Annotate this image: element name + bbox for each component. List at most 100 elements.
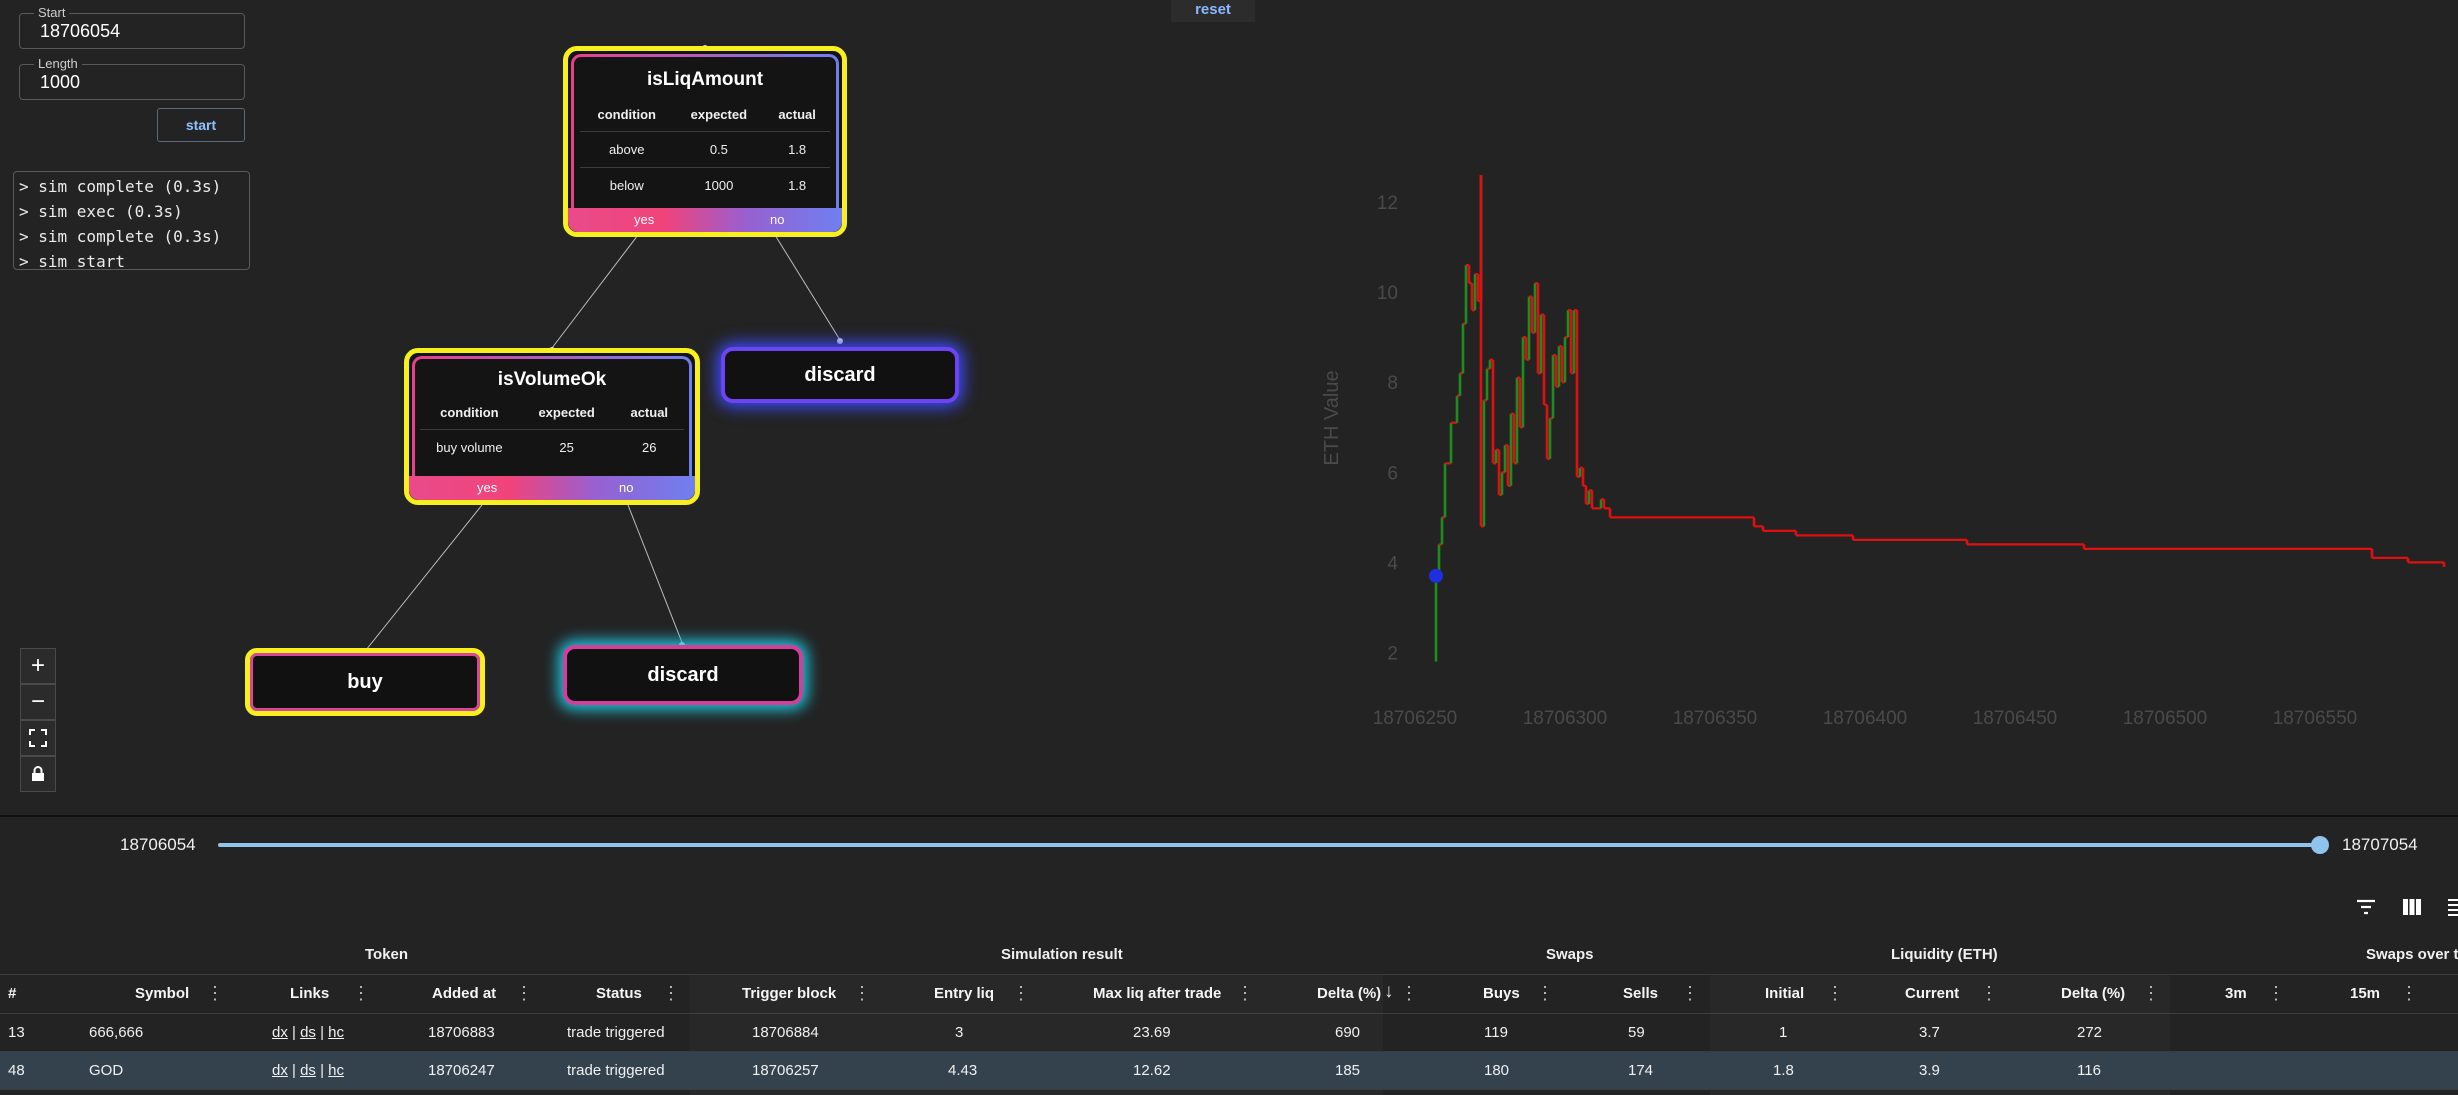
cell: 1.8 (764, 131, 830, 168)
column-header-added-at[interactable]: Added at (432, 985, 496, 1002)
fit-view-button[interactable] (20, 720, 56, 756)
col-actual: actual (778, 106, 816, 122)
link-dx[interactable]: dx (272, 1062, 288, 1079)
group-header-token: Token (365, 946, 409, 963)
table-row[interactable]: 13 666,666 dx | ds | hc 18706883 trade t… (0, 1014, 2458, 1052)
column-header-number[interactable]: # (8, 985, 16, 1002)
x-tick-label: 18706400 (1823, 708, 1908, 729)
column-menu-icon[interactable]: ⋮ (515, 983, 533, 1004)
column-header-links[interactable]: Links (290, 985, 329, 1002)
yes-no-bar: yes no (568, 208, 842, 232)
col-actual: actual (630, 404, 669, 420)
cell-entry-liq: 3 (955, 1024, 964, 1041)
slider-max-label: 18707054 (2342, 835, 2418, 854)
node-is-liq-amount[interactable]: isLiqAmount condition expected actual ab… (563, 46, 847, 237)
x-tick-label: 18706500 (2123, 708, 2208, 729)
zoom-out-button[interactable]: − (20, 684, 56, 720)
col-expected: expected (538, 404, 595, 420)
cell-initial: 1 (1779, 1024, 1788, 1041)
lock-button[interactable] (20, 756, 56, 792)
col-expected: expected (690, 106, 748, 122)
column-header-status[interactable]: Status (596, 985, 642, 1002)
group-header-swaps: Swaps (1546, 946, 1594, 963)
cell-initial: 1.8 (1773, 1062, 1794, 1079)
cell-buys: 119 (1484, 1024, 1508, 1041)
plus-icon: + (30, 652, 45, 679)
cell-added-at: 18706247 (428, 1062, 495, 1079)
x-tick-label: 18706450 (1973, 708, 2058, 729)
link-ds[interactable]: ds (300, 1062, 316, 1079)
cell-current: 3.9 (1919, 1062, 1940, 1079)
cell-added-at: 18706883 (428, 1024, 495, 1041)
column-menu-icon[interactable]: ⋮ (2267, 983, 2285, 1004)
divider (0, 815, 2458, 817)
column-header-symbol[interactable]: Symbol (135, 985, 189, 1002)
slider-min-label: 18706054 (120, 835, 196, 854)
table-row: buy volume 25 26 (420, 429, 684, 465)
slider-thumb[interactable] (2311, 836, 2329, 854)
cell-sells: 59 (1628, 1024, 1645, 1041)
cell-liq-delta: 272 (2077, 1024, 2103, 1041)
block-slider[interactable] (218, 836, 2329, 854)
column-menu-icon[interactable]: ⋮ (1536, 983, 1554, 1004)
x-tick-label: 18706550 (2273, 708, 2358, 729)
reset-button[interactable]: reset (1171, 0, 1255, 22)
cell-buys: 180 (1484, 1062, 1510, 1079)
cell-symbol: GOD (89, 1062, 124, 1079)
zoom-in-button[interactable]: + (20, 648, 56, 684)
columns-icon[interactable] (2402, 898, 2422, 916)
leaf-buy[interactable]: buy (245, 648, 485, 716)
leaf-discard[interactable]: discard (721, 347, 959, 403)
cell: 1000 (673, 167, 765, 203)
column-header-buys[interactable]: Buys (1483, 985, 1520, 1002)
column-menu-icon[interactable]: ⋮ (662, 983, 680, 1004)
cell-number: 48 (8, 1062, 25, 1079)
cell: 25 (518, 429, 615, 465)
leaf-discard[interactable]: discard (563, 645, 803, 705)
no-label[interactable]: no (619, 480, 633, 495)
cell-max-liq: 23.69 (1133, 1024, 1171, 1041)
group-header-swaps-over-time: Swaps over ti (2366, 946, 2458, 963)
column-menu-icon[interactable]: ⋮ (1400, 983, 1418, 1004)
sort-desc-icon[interactable]: ↓ (1384, 981, 1394, 1003)
cell-delta: 690 (1335, 1024, 1361, 1041)
column-menu-icon[interactable]: ⋮ (2400, 983, 2418, 1004)
link-ds[interactable]: ds (300, 1024, 316, 1041)
entry-marker (1429, 568, 1443, 583)
cell-current: 3.7 (1919, 1024, 1940, 1041)
column-header-15m[interactable]: 15m (2350, 985, 2380, 1002)
cell-trigger-block: 18706257 (752, 1062, 819, 1079)
cell: 0.5 (673, 131, 765, 168)
no-label[interactable]: no (770, 212, 784, 227)
node-is-volume-ok[interactable]: isVolumeOk condition expected actual buy… (404, 348, 700, 505)
cell: 26 (614, 429, 684, 465)
cell-max-liq: 12.62 (1133, 1062, 1171, 1079)
column-menu-icon[interactable]: ⋮ (352, 983, 370, 1004)
column-menu-icon[interactable]: ⋮ (1681, 983, 1699, 1004)
cell-status: trade triggered (567, 1024, 665, 1041)
density-icon[interactable] (2448, 898, 2458, 916)
column-header-3m[interactable]: 3m (2225, 985, 2247, 1002)
table-row: below 1000 1.8 (580, 167, 830, 203)
link-dx[interactable]: dx (272, 1024, 288, 1041)
group-header-liquidity: Liquidity (ETH) (1891, 946, 1998, 963)
col-condition: condition (597, 106, 657, 122)
cell-sells: 174 (1628, 1062, 1654, 1079)
cell-links: dx | ds | hc (272, 1062, 344, 1079)
group-header-simulation: Simulation result (1001, 946, 1123, 963)
yes-label[interactable]: yes (634, 212, 654, 227)
eth-value-chart: ETH Value 2 4 6 8 10 12 18706250 18706300 18706… (1321, 175, 2446, 729)
cell-liq-delta: 116 (2077, 1062, 2101, 1079)
link-hc[interactable]: hc (328, 1062, 344, 1079)
filter-icon[interactable] (2356, 899, 2376, 915)
link-hc[interactable]: hc (328, 1024, 344, 1041)
yes-label[interactable]: yes (477, 480, 497, 495)
table-row[interactable]: 48 GOD dx | ds | hc 18706247 trade trigg… (0, 1052, 2458, 1090)
node-title: isLiqAmount (646, 69, 764, 90)
cell-trigger-block: 18706884 (752, 1024, 819, 1041)
column-header-sells[interactable]: Sells (1623, 985, 1658, 1002)
condition-table: condition expected actual above 0.5 1.8 … (580, 97, 830, 203)
column-menu-icon[interactable]: ⋮ (206, 983, 224, 1004)
cell-number: 13 (8, 1024, 25, 1041)
cell-status: trade triggered (567, 1062, 665, 1079)
